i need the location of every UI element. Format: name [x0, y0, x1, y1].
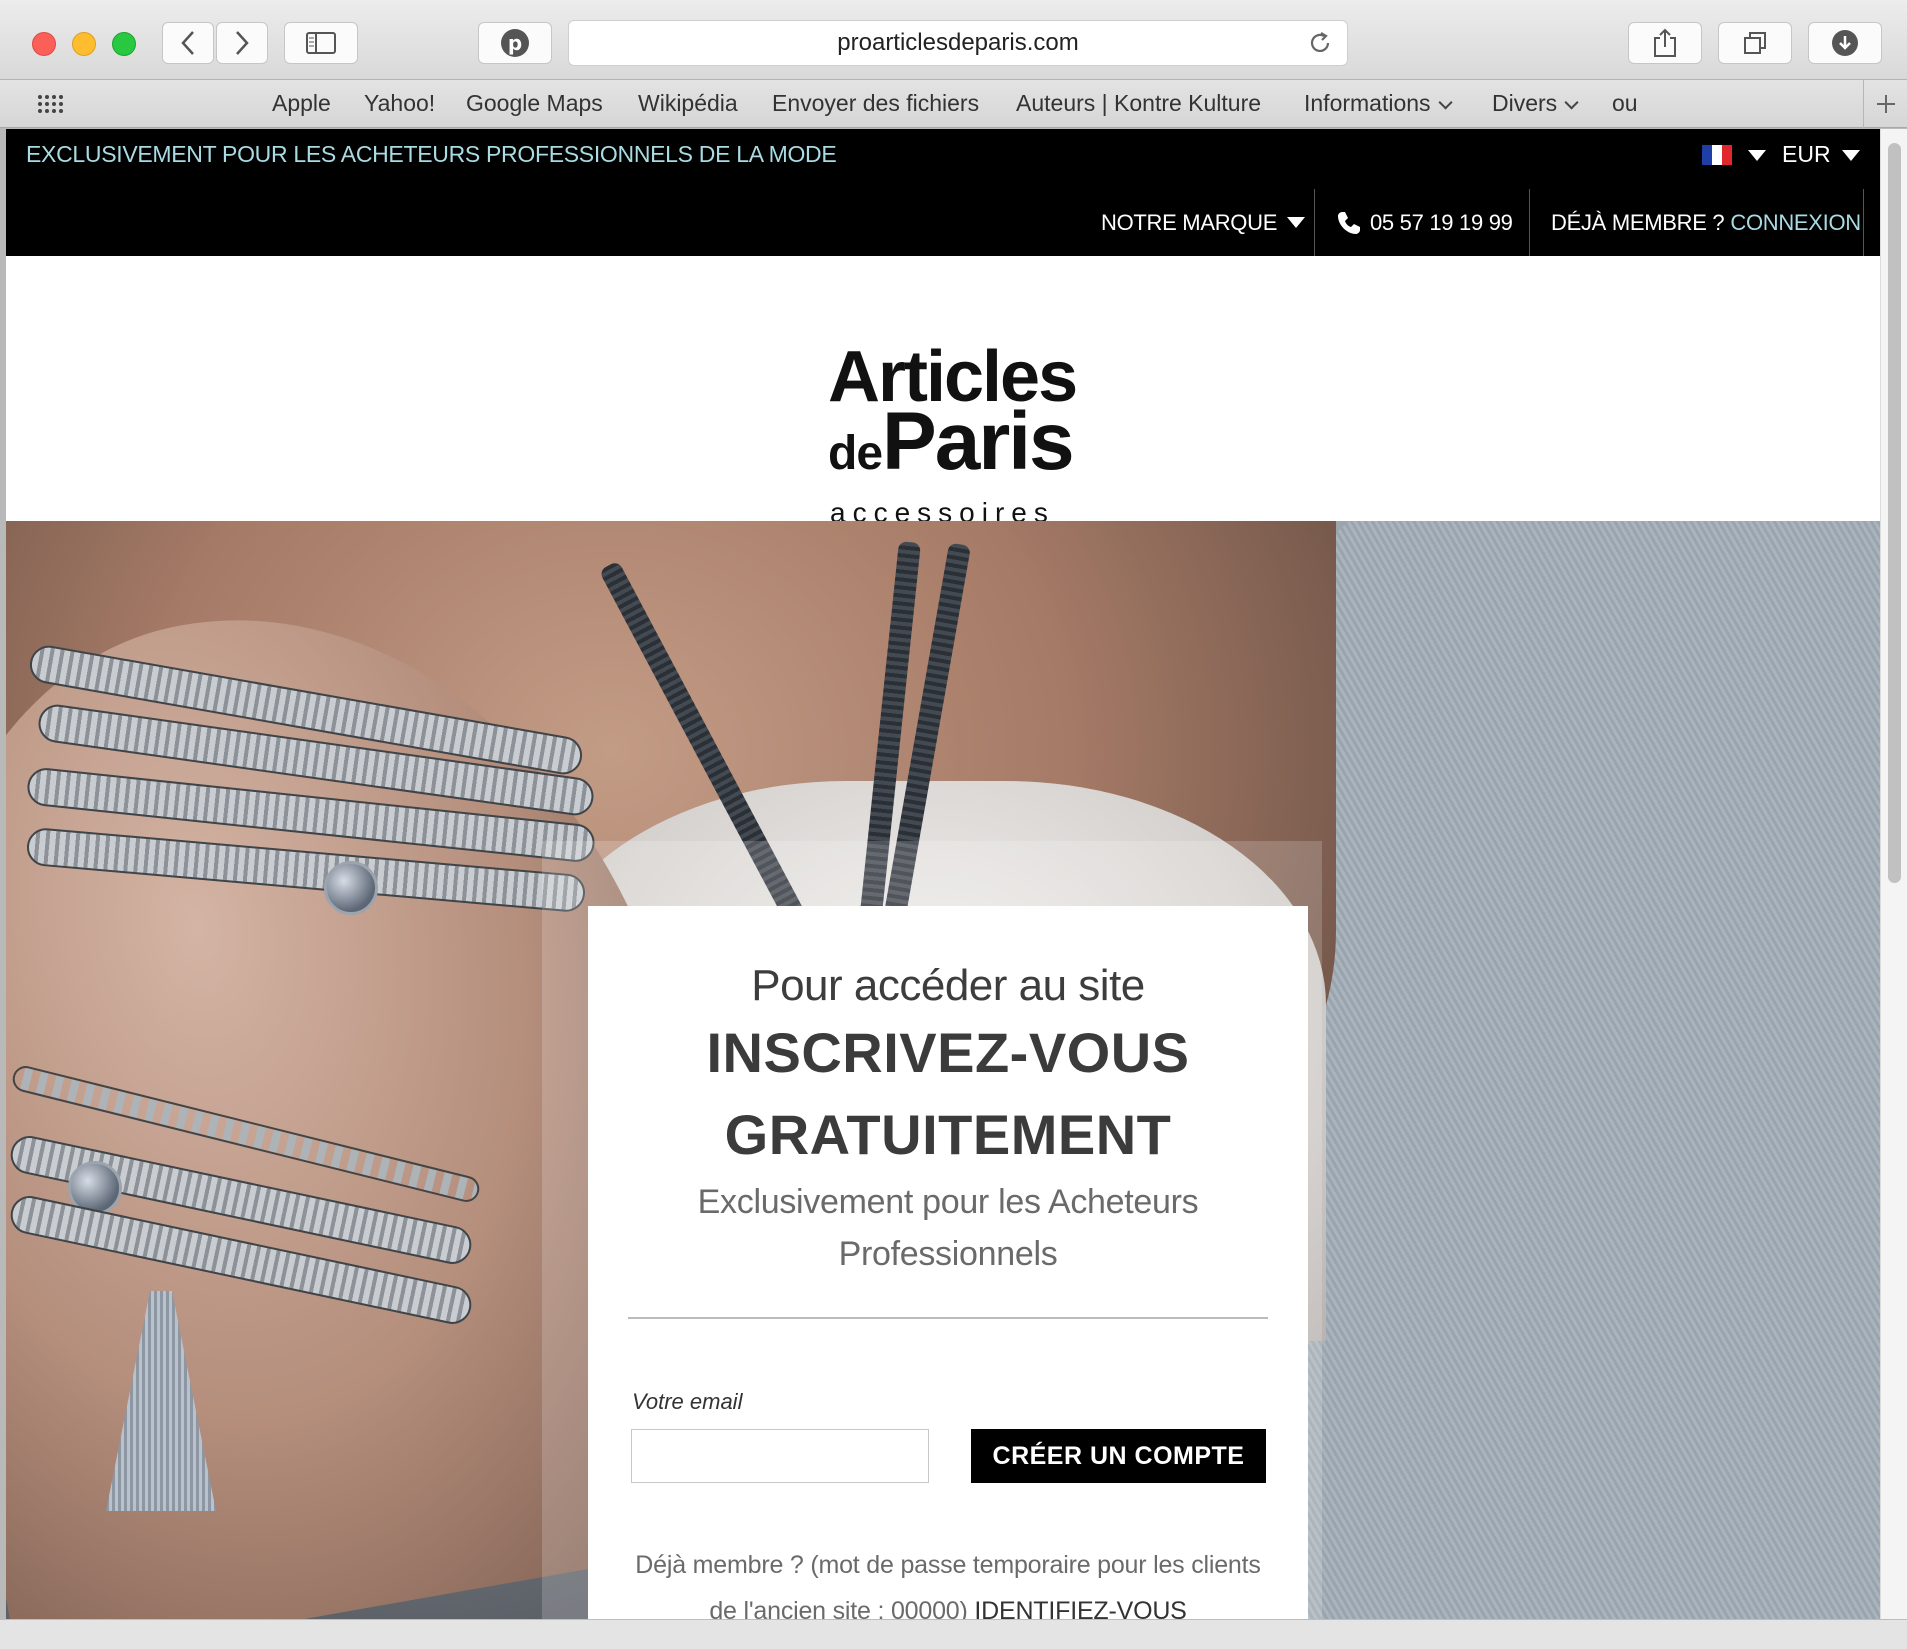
signup-title-line2: GRATUITEMENT: [724, 1103, 1172, 1166]
bracelet-bead: [324, 861, 378, 915]
new-tab-button[interactable]: [1863, 80, 1907, 128]
favorite-google-maps[interactable]: Google Maps: [466, 90, 603, 117]
share-icon: [1654, 28, 1676, 57]
favorite-yahoo[interactable]: Yahoo!: [364, 90, 435, 117]
email-field[interactable]: [631, 1429, 929, 1483]
reload-icon: [1310, 32, 1330, 52]
signup-subtitle-line2: Professionnels: [838, 1235, 1058, 1273]
new-tab-plus-icon: [1876, 95, 1895, 113]
pinterest-button[interactable]: p: [478, 22, 552, 64]
favorite-envoyer-fichiers[interactable]: Envoyer des fichiers: [772, 90, 979, 117]
favorite-wikipedia[interactable]: Wikipédia: [638, 90, 738, 117]
downloads-button[interactable]: [1808, 22, 1882, 64]
nav-divider: [1529, 189, 1530, 256]
currency-selector[interactable]: EUR: [1782, 141, 1831, 168]
scrollbar-thumb[interactable]: [1888, 143, 1901, 883]
back-button[interactable]: [162, 22, 214, 64]
notre-marque-menu[interactable]: NOTRE MARQUE: [1101, 189, 1306, 256]
connexion-link[interactable]: CONNEXION: [1730, 210, 1861, 236]
window-bottom-edge: [0, 1619, 1907, 1649]
favorite-auteurs[interactable]: Auteurs | Kontre Kulture: [1016, 90, 1261, 117]
signup-divider: [628, 1317, 1268, 1319]
forward-button[interactable]: [216, 22, 268, 64]
browser-toolbar: p proarticlesdeparis.com: [0, 0, 1907, 80]
favorite-informations-folder[interactable]: Informations: [1304, 90, 1453, 117]
pinterest-icon: p: [501, 29, 529, 57]
email-label: Votre email: [632, 1389, 743, 1414]
vertical-scrollbar[interactable]: [1880, 129, 1907, 1619]
favorite-informations-label: Informations: [1304, 90, 1431, 116]
identify-link[interactable]: IDENTIFIEZ-VOUS: [974, 1597, 1186, 1619]
signup-pretitle: Pour accéder au site: [751, 961, 1145, 1010]
logo-paris: Paris: [882, 396, 1075, 487]
chevron-down-icon: [1564, 95, 1579, 110]
zoom-window-button[interactable]: [112, 32, 136, 56]
sidebar-button[interactable]: [284, 22, 358, 64]
chevron-down-icon: [1287, 217, 1306, 228]
already-member-note: Déjà membre ? (mot de passe temporaire p…: [628, 1542, 1268, 1619]
url-text: proarticlesdeparis.com: [837, 29, 1079, 56]
svg-text:p: p: [508, 31, 522, 55]
phone-icon: [1338, 211, 1360, 234]
already-member-label: DÉJÀ MEMBRE ?: [1551, 209, 1725, 235]
back-icon: [181, 31, 194, 55]
tabs-icon: [1744, 32, 1766, 54]
favorite-divers-label: Divers: [1492, 90, 1558, 116]
phone-number: 05 57 19 19 99: [1370, 209, 1513, 235]
favorites-bar: Apple Yahoo! Google Maps Wikipédia Envoy…: [0, 80, 1907, 128]
site-logo[interactable]: Articles deParis accessoires: [828, 341, 1078, 528]
top-sites-button[interactable]: [37, 94, 65, 119]
signup-title-line1: INSCRIVEZ-VOUS: [706, 1021, 1190, 1084]
notre-marque-label: NOTRE MARQUE: [1101, 209, 1278, 235]
site-top-bar: EXCLUSIVEMENT POUR LES ACHETEURS PROFESS…: [6, 129, 1880, 256]
currency-dropdown-caret-icon[interactable]: [1842, 150, 1860, 161]
language-flag-icon[interactable]: [1702, 145, 1732, 165]
minimize-window-button[interactable]: [72, 32, 96, 56]
signup-card: Pour accéder au site INSCRIVEZ-VOUS GRAT…: [588, 906, 1308, 1619]
download-icon: [1832, 30, 1858, 56]
favorite-divers-folder[interactable]: Divers: [1492, 90, 1579, 117]
language-dropdown-caret-icon[interactable]: [1748, 150, 1766, 161]
phone-link[interactable]: 05 57 19 19 99: [1336, 189, 1513, 256]
web-page: EXCLUSIVEMENT POUR LES ACHETEURS PROFESS…: [6, 129, 1880, 1619]
address-bar[interactable]: proarticlesdeparis.com: [568, 20, 1348, 66]
exclusive-notice: EXCLUSIVEMENT POUR LES ACHETEURS PROFESS…: [26, 141, 837, 167]
favorite-apple[interactable]: Apple: [272, 90, 331, 117]
forward-icon: [236, 31, 249, 55]
favorite-ou[interactable]: ou: [1612, 90, 1638, 117]
sidebar-icon: [306, 32, 336, 54]
top-sites-grid-icon: [38, 95, 63, 113]
chevron-down-icon: [1438, 95, 1453, 110]
create-account-button[interactable]: CRÉER UN COMPTE: [971, 1429, 1266, 1483]
nav-divider: [1314, 189, 1315, 256]
share-button[interactable]: [1628, 22, 1702, 64]
member-login: DÉJÀ MEMBRE ? CONNEXION: [1551, 189, 1861, 256]
tabs-button[interactable]: [1718, 22, 1792, 64]
reload-button[interactable]: [1307, 30, 1333, 63]
logo-de: de: [828, 427, 883, 480]
logo-de-paris: deParis: [828, 401, 1075, 498]
signup-subtitle-line1: Exclusivement pour les Acheteurs: [697, 1183, 1199, 1221]
close-window-button[interactable]: [32, 32, 56, 56]
nav-divider: [1863, 189, 1864, 256]
